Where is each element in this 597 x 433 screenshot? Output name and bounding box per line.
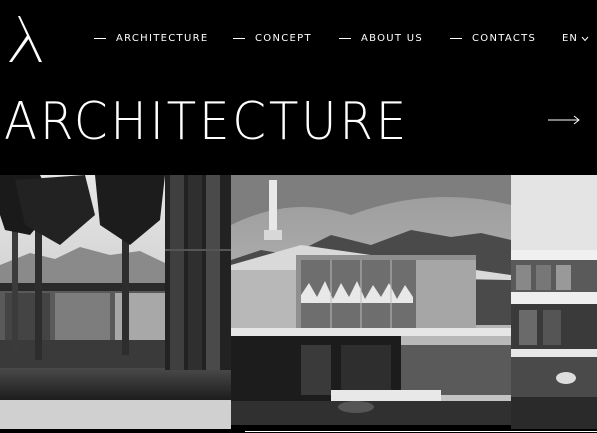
main-nav: ARCHITECTURE CONCEPT ABOUT US CONTACTS: [0, 33, 597, 47]
dash-icon: [450, 38, 462, 39]
project-image-cantilever-house[interactable]: [231, 175, 511, 425]
nav-item-about-us[interactable]: ABOUT US: [339, 33, 423, 44]
nav-item-label: CONCEPT: [255, 33, 312, 44]
chevron-down-icon: [581, 36, 589, 41]
nav-item-label: ARCHITECTURE: [116, 33, 209, 44]
language-selector[interactable]: EN: [562, 33, 589, 44]
nav-item-architecture[interactable]: ARCHITECTURE: [94, 33, 208, 44]
language-label: EN: [562, 33, 578, 44]
divider: [245, 431, 597, 432]
arrow-right-icon[interactable]: [548, 114, 580, 126]
project-gallery: [0, 175, 597, 433]
dash-icon: [339, 38, 351, 39]
dash-icon: [94, 38, 106, 39]
project-image-forest-house[interactable]: [0, 175, 231, 429]
page-title: ARCHITECTURE: [4, 92, 410, 152]
dash-icon: [233, 38, 245, 39]
nav-item-contacts[interactable]: CONTACTS: [450, 33, 536, 44]
project-image-modern-villa[interactable]: [511, 175, 597, 429]
site-header: ARCHITECTURE CONCEPT ABOUT US CONTACTS E…: [0, 0, 597, 80]
nav-item-concept[interactable]: CONCEPT: [233, 33, 312, 44]
nav-item-label: CONTACTS: [472, 33, 537, 44]
nav-item-label: ABOUT US: [361, 33, 424, 44]
